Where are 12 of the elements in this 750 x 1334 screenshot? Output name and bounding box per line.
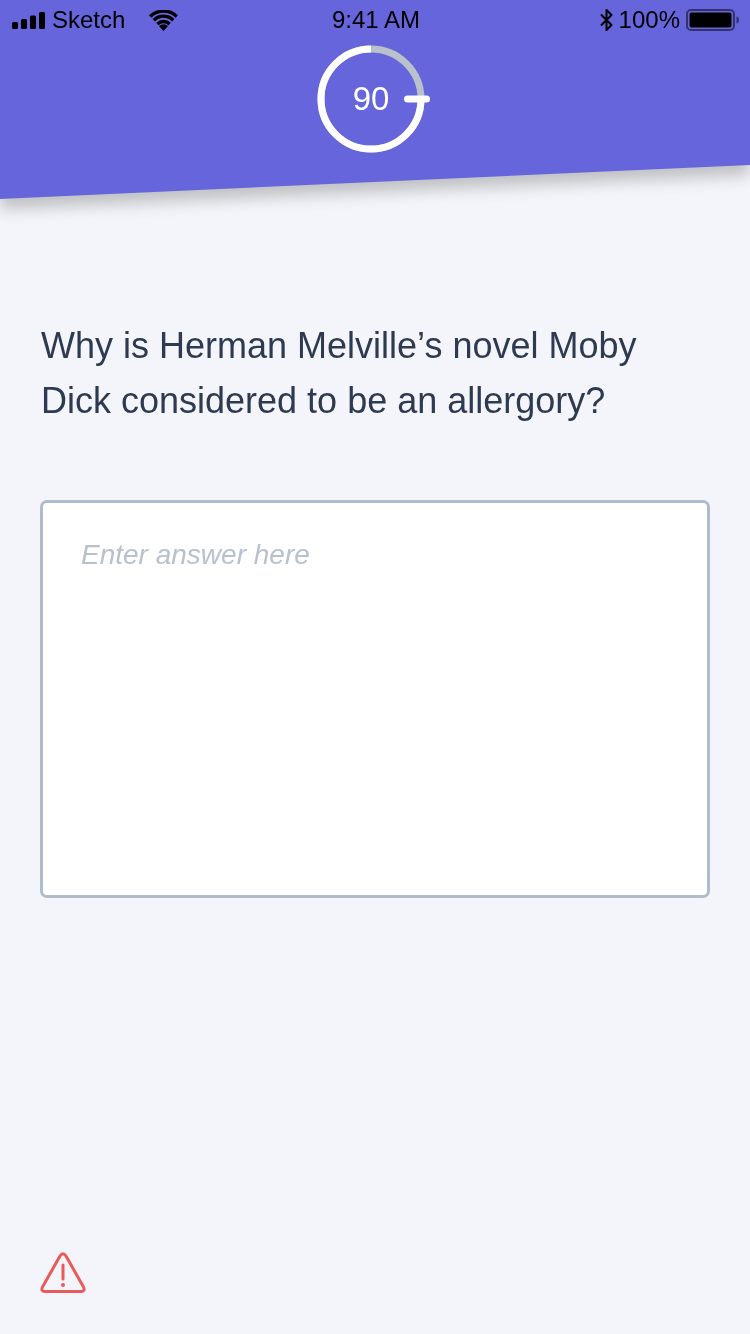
signal-icon [12, 11, 46, 29]
battery-percent: 100% [618, 6, 680, 34]
battery-icon [686, 9, 740, 31]
carrier-name: Sketch [52, 6, 126, 34]
answer-field[interactable]: Enter answer here [40, 500, 710, 898]
bluetooth-icon [599, 8, 613, 32]
status-time: 9:41 AM [331, 6, 421, 34]
knob-icon [404, 95, 430, 103]
warning-icon[interactable] [40, 1252, 86, 1294]
wifi-icon [149, 9, 179, 31]
question-text: Why is Herman Melville’s novel Moby Dick considered to be an allergory? [41, 324, 638, 423]
timer-value: 90 [352, 80, 390, 118]
